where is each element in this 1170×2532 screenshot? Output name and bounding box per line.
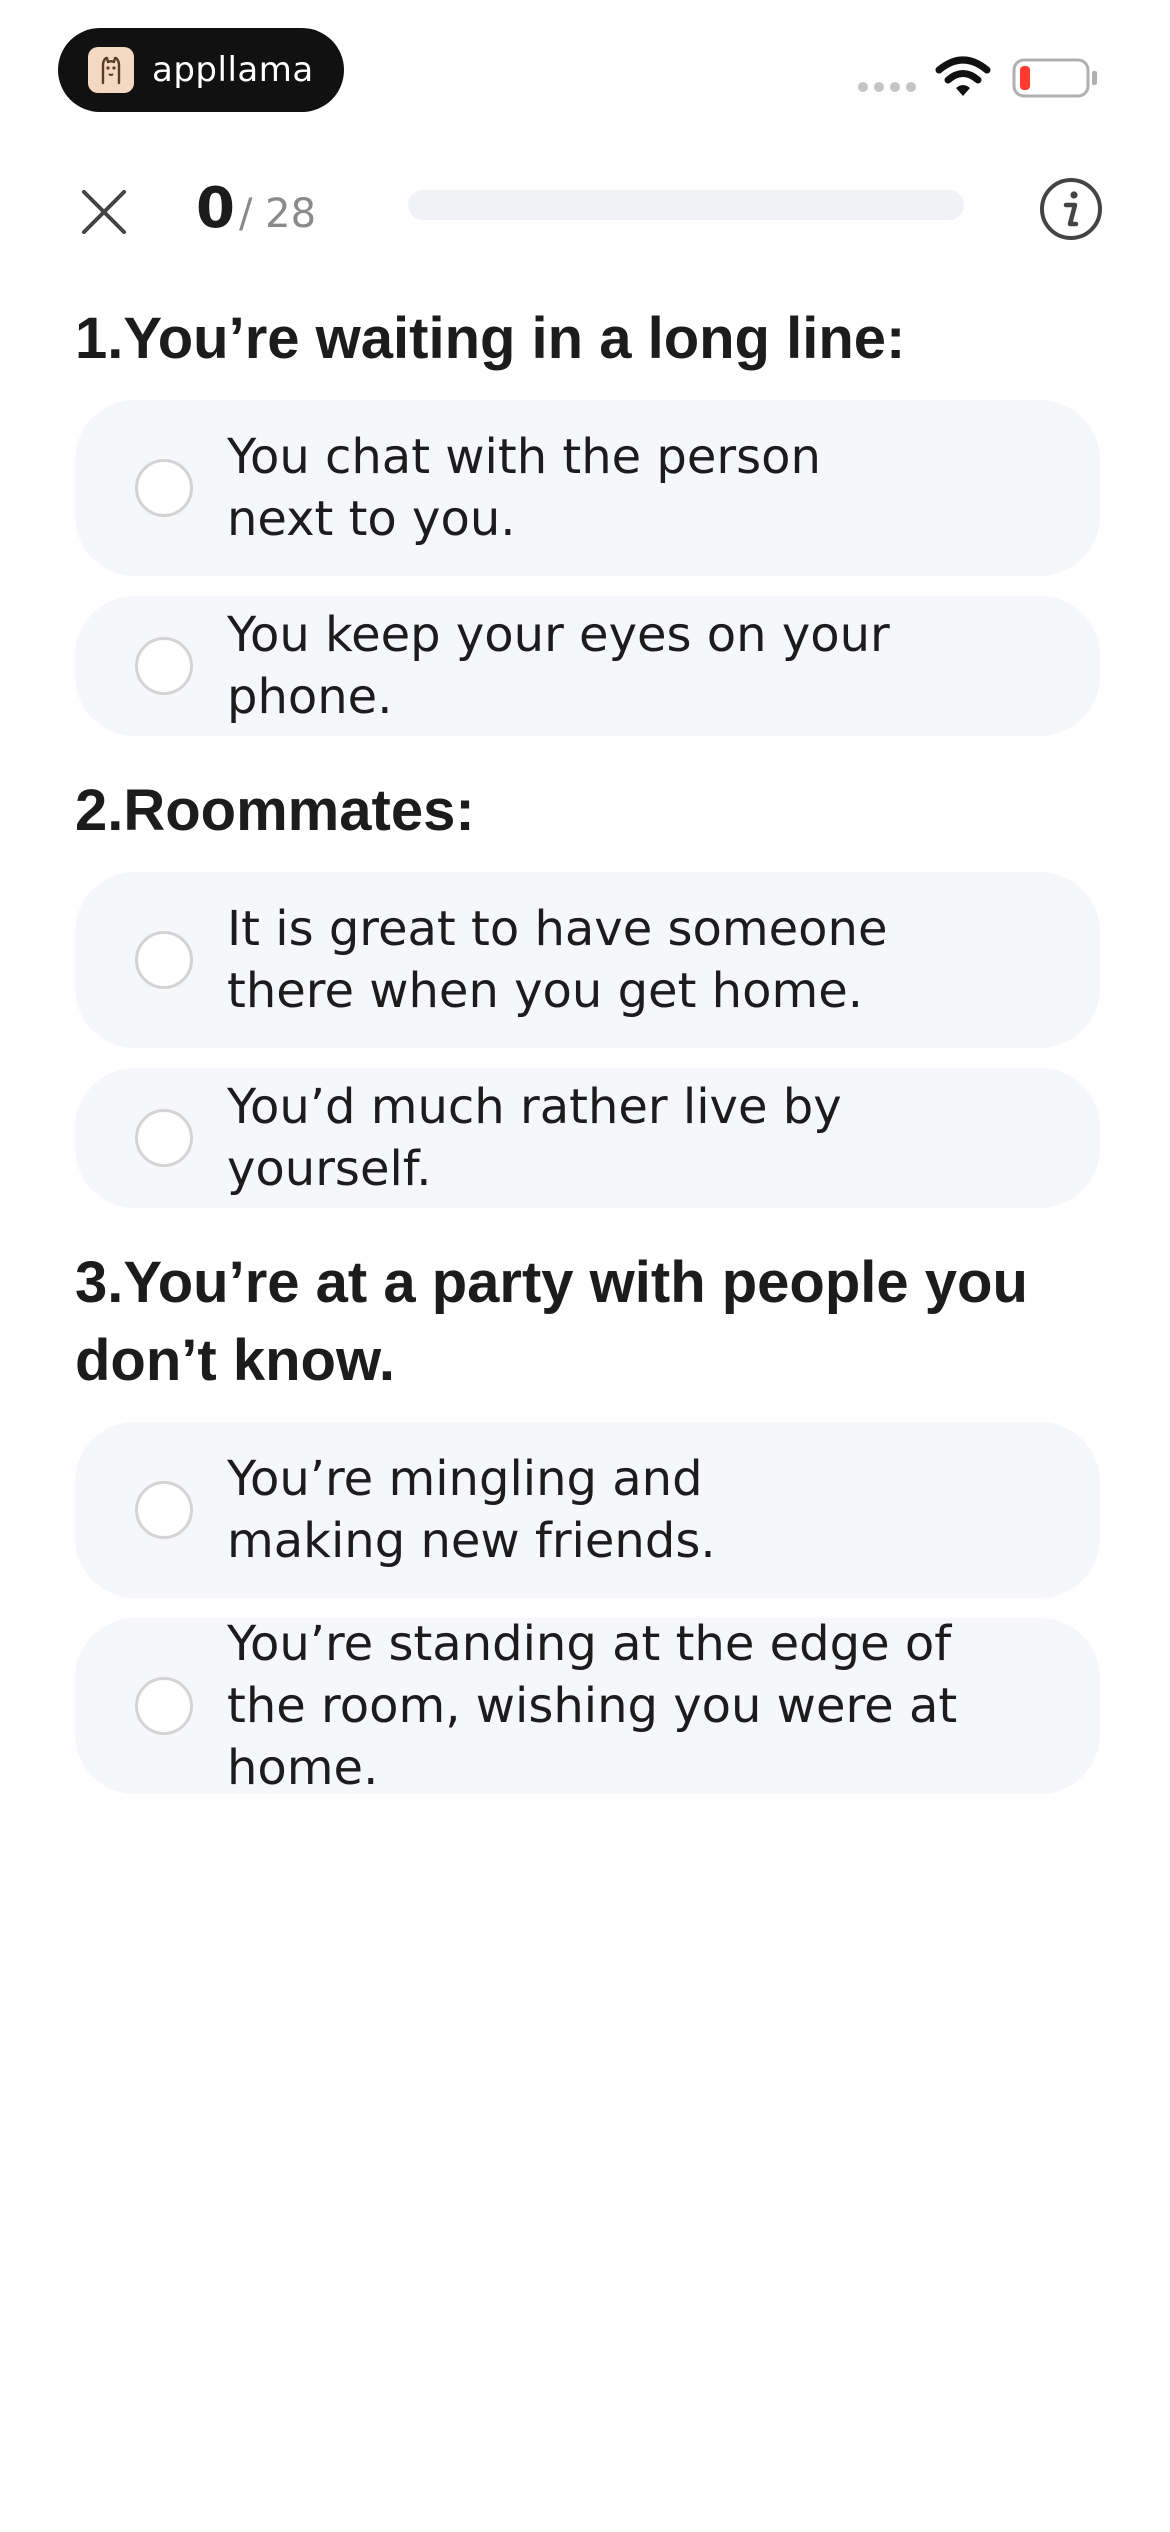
quiz-top-bar: 0 / 28	[0, 160, 1170, 260]
app-name: appllama	[152, 50, 314, 90]
answer-option[interactable]: You chat with the person next to you.	[75, 400, 1100, 576]
radio-button[interactable]	[135, 459, 193, 517]
option-text: You chat with the person next to you.	[227, 429, 821, 547]
wifi-icon	[935, 56, 991, 96]
question-title: 1.You’re waiting in a long line:	[75, 306, 906, 371]
counter-current: 0	[196, 176, 235, 241]
answer-option[interactable]: It is great to have someone there when y…	[75, 872, 1100, 1048]
app-pill[interactable]: appllama	[58, 28, 344, 112]
option-text: You’re standing at the edge of the room,…	[227, 1616, 958, 1796]
battery-low-icon	[1012, 58, 1097, 98]
question-title: 2.Roommates:	[75, 778, 475, 843]
option-text: You keep your eyes on your phone.	[227, 607, 890, 725]
question-counter: 0 / 28	[196, 176, 316, 241]
counter-total: / 28	[238, 191, 317, 237]
answer-option[interactable]: You’re standing at the edge of the room,…	[75, 1616, 1100, 1796]
llama-icon	[88, 47, 134, 93]
status-bar: appllama	[0, 0, 1170, 140]
option-text: You’d much rather live by yourself.	[227, 1079, 842, 1197]
close-icon[interactable]	[72, 180, 136, 244]
question-title: 3.You’re at a party with people you don’…	[75, 1250, 1028, 1393]
radio-button[interactable]	[135, 1109, 193, 1167]
info-icon[interactable]	[1038, 176, 1104, 242]
option-text: You’re mingling and making new friends.	[227, 1451, 716, 1569]
quiz-content: 1.You’re waiting in a long line: You cha…	[75, 300, 1100, 1796]
option-text: It is great to have someone there when y…	[227, 901, 888, 1019]
answer-option[interactable]: You’d much rather live by yourself.	[75, 1068, 1100, 1208]
progress-bar	[408, 190, 964, 220]
answer-option[interactable]: You’re mingling and making new friends.	[75, 1422, 1100, 1598]
signal-dots-icon	[858, 82, 916, 92]
radio-button[interactable]	[135, 637, 193, 695]
radio-button[interactable]	[135, 931, 193, 989]
answer-option[interactable]: You keep your eyes on your phone.	[75, 596, 1100, 736]
radio-button[interactable]	[135, 1481, 193, 1539]
radio-button[interactable]	[135, 1677, 193, 1735]
